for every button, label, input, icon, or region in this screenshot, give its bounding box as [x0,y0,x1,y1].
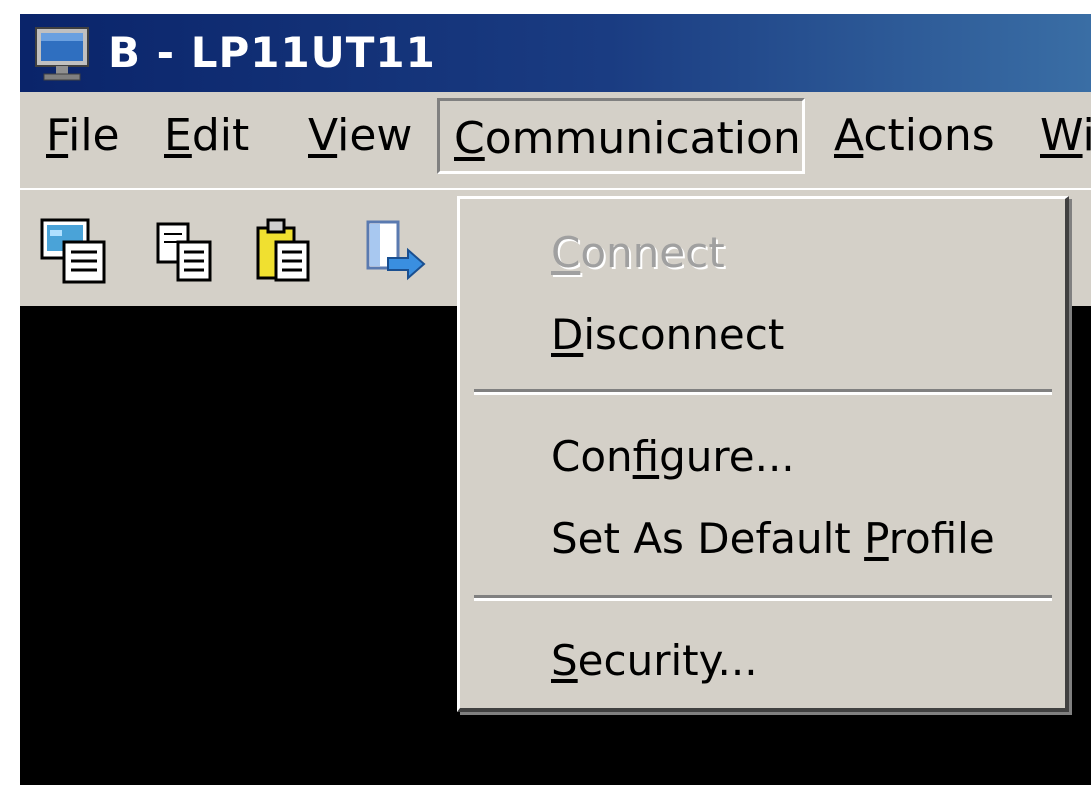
menu-separator [474,595,1052,601]
communication-menu: Connect Disconnect Configure... Set As D… [457,196,1069,712]
menu-view-mnemonic: V [308,110,338,161]
menu-view-rest: iew [337,110,413,161]
menu-edit-mnemonic: E [164,110,192,161]
menu-window-rest: i [1082,110,1091,161]
paste-icon[interactable] [248,214,320,286]
menu-window-mnemonic: W [1040,110,1083,161]
menu-item-connect[interactable]: Connect [463,213,1061,293]
menu-file[interactable]: File [32,98,134,174]
menu-communication[interactable]: Communication [437,98,805,174]
menu-actions[interactable]: Actions [820,98,1009,174]
set-default-mnemonic: P [864,514,889,563]
menu-communication-rest: ommunication [484,113,801,164]
configure-mnemonic: f [632,432,660,481]
menu-file-rest: ile [68,110,120,161]
menu-item-set-default-profile[interactable]: Set As Default Profile [463,499,1061,579]
menu-bar: File Edit View Communication Actions Wi [20,94,1091,184]
menu-edit[interactable]: Edit [150,98,263,174]
set-default-rest: rofile [888,514,995,563]
copy-icon[interactable] [150,214,222,286]
send-file-icon[interactable] [358,214,430,286]
configure-rest: igure... [659,432,795,481]
menu-item-security[interactable]: Security... [463,621,1061,701]
security-rest: ecurity... [577,636,758,685]
menu-window[interactable]: Wi [1026,98,1091,174]
disconnect-mnemonic: D [551,310,584,359]
connect-mnemonic: C [551,228,581,277]
window-title: B - LP11UT11 [108,28,436,77]
set-default-pre: Set As Default [551,514,865,563]
security-mnemonic: S [551,636,578,685]
title-bar[interactable]: B - LP11UT11 [20,14,1091,92]
menu-communication-mnemonic: C [454,113,485,164]
menu-edit-rest: dit [191,110,250,161]
menu-file-mnemonic: F [46,110,69,161]
menu-actions-rest: ctions [863,110,995,161]
print-screen-icon[interactable] [38,214,110,286]
menu-view[interactable]: View [294,98,426,174]
menu-actions-mnemonic: A [834,110,864,161]
emulator-window: B - LP11UT11 File Edit View Communicatio… [20,14,1091,785]
menu-item-disconnect[interactable]: Disconnect [463,295,1061,375]
disconnect-rest: isconnect [583,310,785,359]
menu-separator [474,389,1052,395]
connect-rest: onnect [580,228,725,277]
monitor-icon [35,27,89,81]
configure-pre: Con [551,432,633,481]
menu-item-configure[interactable]: Configure... [463,417,1061,497]
